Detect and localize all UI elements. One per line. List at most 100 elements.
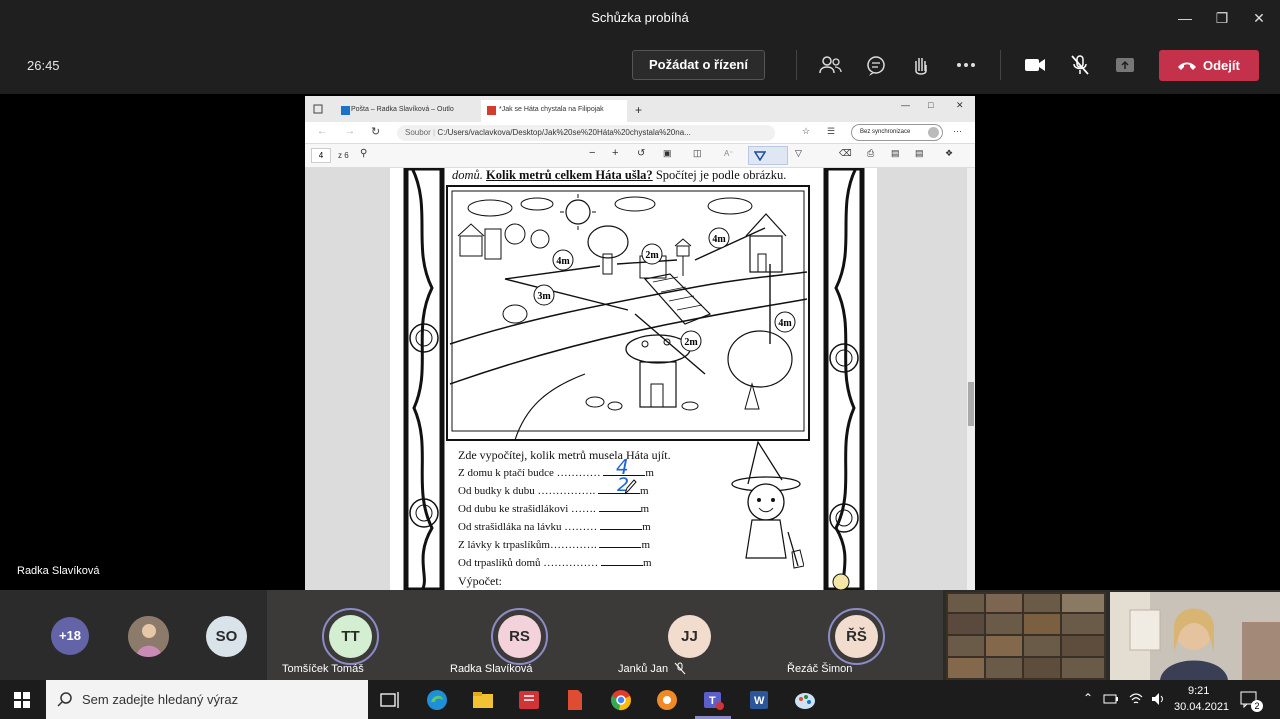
browser-minimize-icon[interactable]: —: [901, 100, 910, 110]
favorites-icon[interactable]: ☆: [802, 126, 810, 137]
clock-date[interactable]: 30.04.2021: [1174, 701, 1229, 713]
leave-button[interactable]: Odejít: [1159, 50, 1259, 81]
distance-label: 4m: [712, 234, 726, 245]
settings-app-icon[interactable]: [655, 688, 679, 712]
word-icon[interactable]: W: [747, 688, 771, 712]
chat-icon[interactable]: [863, 53, 889, 77]
draw-tool-button[interactable]: [748, 146, 788, 165]
distance-label: 2m: [684, 337, 698, 348]
browser-tab-bar: Pošta – Radka Slavíková – Outlo *Jak se …: [305, 96, 975, 122]
fit-page-icon[interactable]: ▣: [663, 148, 672, 159]
back-icon[interactable]: ←: [317, 126, 327, 137]
search-icon: [57, 692, 72, 707]
chrome-icon[interactable]: [609, 688, 633, 712]
child-photo-icon: [128, 616, 169, 657]
maximize-icon[interactable]: ❐: [1212, 8, 1232, 28]
answer-blank[interactable]: [599, 547, 642, 548]
forward-icon[interactable]: →: [345, 126, 355, 137]
zoom-in-icon[interactable]: +: [612, 147, 618, 159]
participant-avatar-rs[interactable]: RS: [498, 615, 541, 658]
sync-button[interactable]: Bez synchronizace: [851, 124, 943, 141]
print-icon[interactable]: ⎙: [867, 148, 874, 159]
save-as-icon[interactable]: ▤: [915, 148, 924, 159]
participant-avatar-so[interactable]: SO: [206, 616, 247, 657]
save-icon[interactable]: ▤: [891, 148, 900, 159]
participant-avatar-tt[interactable]: TT: [329, 615, 372, 658]
zoom-out-icon[interactable]: −: [589, 147, 595, 159]
microphone-muted-icon[interactable]: [1067, 53, 1093, 77]
share-screen-icon[interactable]: [1112, 53, 1138, 77]
tray-overflow-icon[interactable]: ⌃: [1083, 691, 1093, 705]
browser-tab-outlook[interactable]: Pošta – Radka Slavíková – Outlo: [333, 100, 475, 122]
distance-label: 4m: [778, 318, 792, 329]
calc-row-label: Od trpaslíků domů ……………: [458, 557, 599, 569]
task-view-icon[interactable]: [378, 688, 402, 712]
tab-label: Pošta – Radka Slavíková – Outlo: [351, 106, 454, 113]
raise-hand-icon[interactable]: [908, 53, 934, 77]
rotate-icon[interactable]: ↺: [637, 148, 645, 159]
url-text: C:/Users/vaclavkova/Desktop/Jak%20se%20H…: [437, 128, 691, 137]
url-field[interactable]: Soubor | C:/Users/vaclavkova/Desktop/Jak…: [397, 125, 775, 141]
answer-blank[interactable]: [600, 529, 643, 530]
tab-actions-icon[interactable]: [313, 104, 323, 114]
self-video-thumbnail[interactable]: [1110, 592, 1280, 680]
page-number-input[interactable]: 4: [311, 148, 331, 163]
participant-photo-avatar[interactable]: [128, 616, 169, 657]
pdf-app-icon[interactable]: [563, 688, 587, 712]
answer-blank[interactable]: [601, 565, 643, 566]
wifi-icon[interactable]: [1128, 691, 1144, 707]
clock-time[interactable]: 9:21: [1188, 685, 1209, 697]
paint-icon[interactable]: [793, 688, 817, 712]
edge-browser-icon[interactable]: [425, 688, 449, 712]
question-start: domů.: [452, 168, 483, 182]
pdf-search-icon[interactable]: ⚲: [360, 148, 367, 159]
svg-text:W: W: [754, 695, 765, 707]
participant-avatar-ring: RS: [491, 608, 548, 665]
collections-icon[interactable]: ☰: [827, 126, 835, 137]
meeting-timer: 26:45: [27, 58, 60, 73]
battery-icon[interactable]: [1103, 692, 1119, 706]
browser-menu-icon[interactable]: ⋯: [953, 126, 962, 137]
new-tab-icon[interactable]: +: [635, 103, 642, 117]
participants-icon[interactable]: [818, 53, 844, 77]
browser-maximize-icon[interactable]: □: [928, 100, 933, 110]
scrollbar-thumb[interactable]: [968, 382, 974, 426]
gallery-video-thumbnail[interactable]: [946, 592, 1106, 680]
erase-icon[interactable]: ⌫: [839, 148, 852, 159]
calc-row-unit: m: [639, 485, 649, 497]
camera-icon[interactable]: [1022, 53, 1048, 77]
reader-app-icon[interactable]: [517, 688, 541, 712]
calc-label: Výpočet:: [458, 574, 502, 588]
read-aloud-icon[interactable]: A⁻: [724, 149, 734, 158]
more-options-icon[interactable]: [953, 53, 979, 77]
page-corner-sun-icon: [832, 573, 850, 590]
participant-name: Tomšíček Tomáš: [282, 663, 364, 675]
participant-name: Řezáč Šimon: [787, 663, 853, 675]
browser-close-icon[interactable]: ✕: [956, 100, 964, 111]
request-control-button[interactable]: Požádat o řízení: [632, 50, 765, 80]
participant-avatar-rs2[interactable]: ŘŠ: [835, 615, 878, 658]
question-end: Spočítej je podle obrázku.: [655, 168, 787, 182]
browser-tab-pdf[interactable]: *Jak se Háta chystala na Filipojak: [481, 100, 627, 122]
taskbar-search-input[interactable]: Sem zadejte hledaný výraz: [46, 680, 368, 719]
pin-icon[interactable]: ❖: [945, 148, 953, 159]
minimize-icon[interactable]: —: [1175, 8, 1195, 28]
presenter-name: Radka Slavíková: [17, 565, 100, 577]
refresh-icon[interactable]: ↻: [371, 125, 380, 138]
close-icon[interactable]: ✕: [1249, 8, 1269, 28]
calc-row-label: Od budky k dubu …………….: [458, 485, 596, 497]
tab-label: *Jak se Háta chystala na Filipojak: [499, 106, 604, 113]
participant-avatar-ring: ŘŠ: [828, 608, 885, 665]
answer-blank[interactable]: [598, 511, 641, 512]
participant-avatar-jj[interactable]: JJ: [668, 615, 711, 658]
windows-start-icon[interactable]: [14, 692, 30, 708]
highlight-icon[interactable]: ▽: [795, 148, 802, 159]
page-view-icon[interactable]: ◫: [693, 148, 702, 159]
more-participants-badge[interactable]: +18: [51, 617, 89, 655]
leave-label: Odejít: [1203, 58, 1240, 73]
file-explorer-icon[interactable]: [471, 688, 495, 712]
toolbar-divider: [1000, 50, 1001, 80]
volume-icon[interactable]: [1150, 691, 1166, 707]
pdf-scrollbar[interactable]: [967, 168, 975, 590]
teams-icon[interactable]: T: [701, 688, 725, 712]
